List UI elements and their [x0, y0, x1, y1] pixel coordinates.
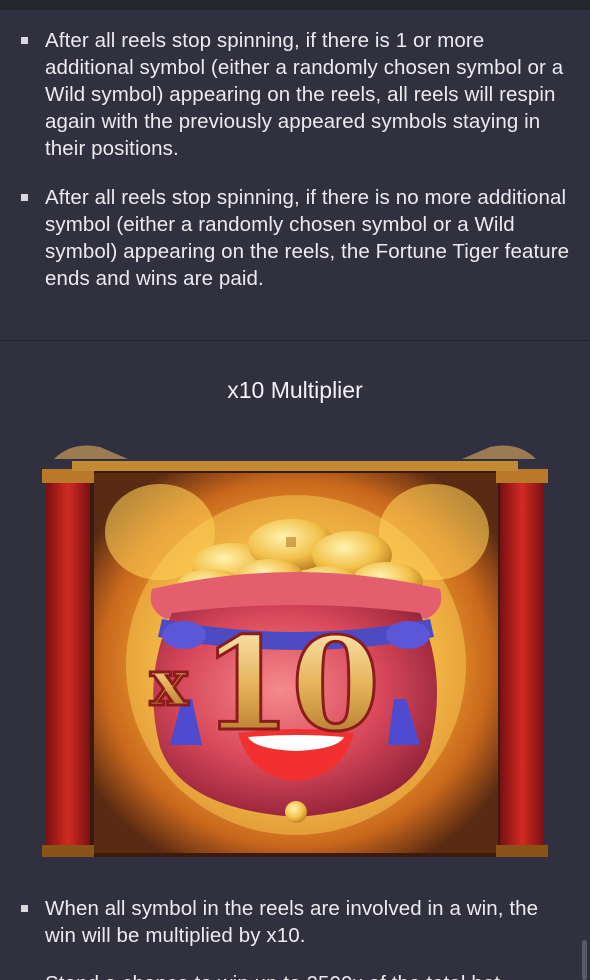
rules-list: After all reels stop spinning, if there … [0, 27, 590, 292]
svg-text:x: x [150, 646, 189, 721]
rule-text: After all reels stop spinning, if there … [45, 29, 564, 160]
list-item: When all symbol in the reels are involve… [0, 895, 590, 949]
list-item: Stand a chance to win up to 2500x of the… [0, 970, 590, 980]
list-item: After all reels stop spinning, if there … [0, 184, 590, 292]
bullet-icon [21, 194, 28, 201]
fortune-tiger-rules-section: After all reels stop spinning, if there … [0, 27, 590, 341]
rule-text: When all symbol in the reels are involve… [45, 897, 539, 947]
list-item: After all reels stop spinning, if there … [0, 27, 590, 162]
top-divider [0, 0, 590, 10]
rule-text: Stand a chance to win up to 2500x of the… [45, 972, 500, 980]
rule-text: After all reels stop spinning, if there … [45, 186, 570, 290]
x10-multiplier-symbol-image: x 10 [42, 445, 548, 857]
scrollbar-thumb[interactable] [582, 940, 587, 980]
multiplier-title: x10 Multiplier [227, 377, 363, 403]
multiplier-section: x10 Multiplier x 10 When all symbol in t… [0, 341, 590, 980]
bullet-icon [21, 905, 28, 912]
svg-text:10: 10 [202, 610, 380, 760]
bullet-icon [21, 37, 28, 44]
paytable-page: After all reels stop spinning, if there … [0, 0, 590, 980]
